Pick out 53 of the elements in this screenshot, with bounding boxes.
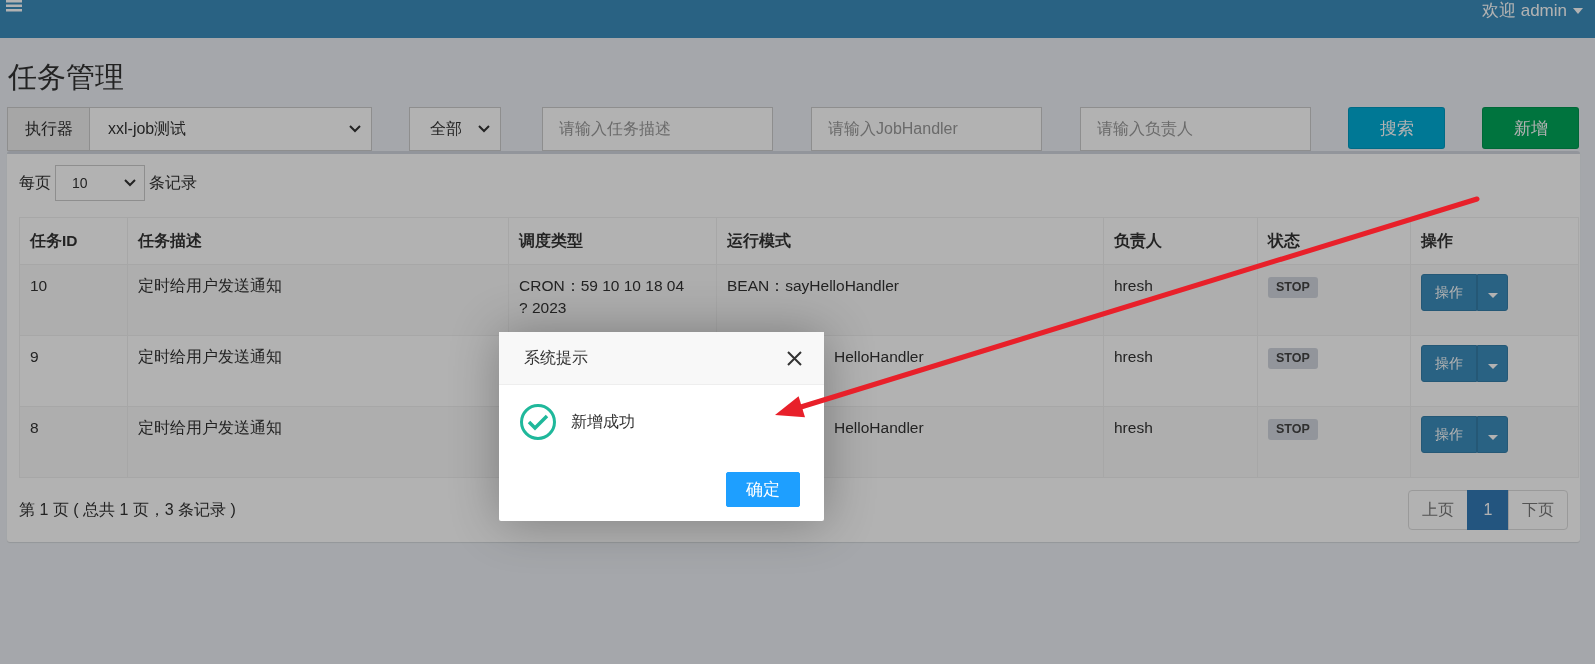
table-cell: hresh <box>1103 335 1258 407</box>
column-header: 任务ID <box>19 217 128 265</box>
dropdown-toggle[interactable] <box>1477 416 1508 453</box>
page-title: 任务管理 <box>7 60 125 95</box>
column-header: 负责人 <box>1103 217 1258 265</box>
column-header: 任务描述 <box>127 217 509 265</box>
executor-label: 执行器 <box>7 107 90 151</box>
page-size-label: 条记录 <box>149 172 197 193</box>
column-header: 调度类型 <box>508 217 717 265</box>
filter-input[interactable]: 请输入JobHandler <box>811 107 1042 151</box>
confirm-button[interactable]: 确定 <box>726 472 800 507</box>
table-cell: 定时给用户发送通知 <box>127 264 509 336</box>
table-cell: hresh <box>1103 406 1258 478</box>
status-select[interactable]: 全部 <box>409 107 501 151</box>
page-info: 第 1 页 ( 总共 1 页，3 条记录 ) <box>19 499 236 520</box>
action-button[interactable]: 操作 <box>1421 416 1477 453</box>
status-label: STOP <box>1268 348 1318 369</box>
caret-icon <box>1487 292 1498 298</box>
table-cell: 8 <box>19 406 128 478</box>
check-circle-icon <box>519 403 557 441</box>
executor-select[interactable]: xxl-job测试 <box>90 107 372 151</box>
column-header: 操作 <box>1410 217 1579 265</box>
chevron-down-icon <box>349 125 361 133</box>
add-button[interactable]: 新增 <box>1482 107 1579 149</box>
page-size-label: 每页 <box>19 172 51 193</box>
status-label: STOP <box>1268 277 1318 298</box>
page-size-select[interactable]: 10 <box>55 165 145 201</box>
column-header: 状态 <box>1257 217 1411 265</box>
table-cell: BEAN：sayHelloHandler <box>716 264 1104 336</box>
dropdown-toggle[interactable] <box>1477 345 1508 382</box>
page-link[interactable]: 上页 <box>1408 490 1468 530</box>
page-link[interactable]: 1 <box>1467 490 1509 530</box>
column-header: 运行模式 <box>716 217 1104 265</box>
page-link[interactable]: 下页 <box>1508 490 1568 530</box>
filter-input[interactable]: 请输入负责人 <box>1080 107 1311 151</box>
table-cell: 9 <box>19 335 128 407</box>
close-icon[interactable] <box>787 351 802 366</box>
table-cell: 10 <box>19 264 128 336</box>
caret-icon <box>1573 7 1583 14</box>
filter-input[interactable]: 请输入任务描述 <box>542 107 773 151</box>
status-label: STOP <box>1268 419 1318 440</box>
dialog-message: 新增成功 <box>571 411 635 432</box>
user-menu[interactable]: 欢迎 admin <box>1481 0 1583 22</box>
search-button[interactable]: 搜索 <box>1348 107 1445 149</box>
action-button[interactable]: 操作 <box>1421 274 1477 311</box>
chevron-down-icon <box>478 125 490 133</box>
action-button[interactable]: 操作 <box>1421 345 1477 382</box>
caret-icon <box>1487 363 1498 369</box>
dialog-title: 系统提示 <box>524 347 588 368</box>
caret-icon <box>1487 434 1498 440</box>
dropdown-toggle[interactable] <box>1477 274 1508 311</box>
chevron-down-icon <box>124 179 136 187</box>
menu-icon[interactable] <box>6 0 22 12</box>
